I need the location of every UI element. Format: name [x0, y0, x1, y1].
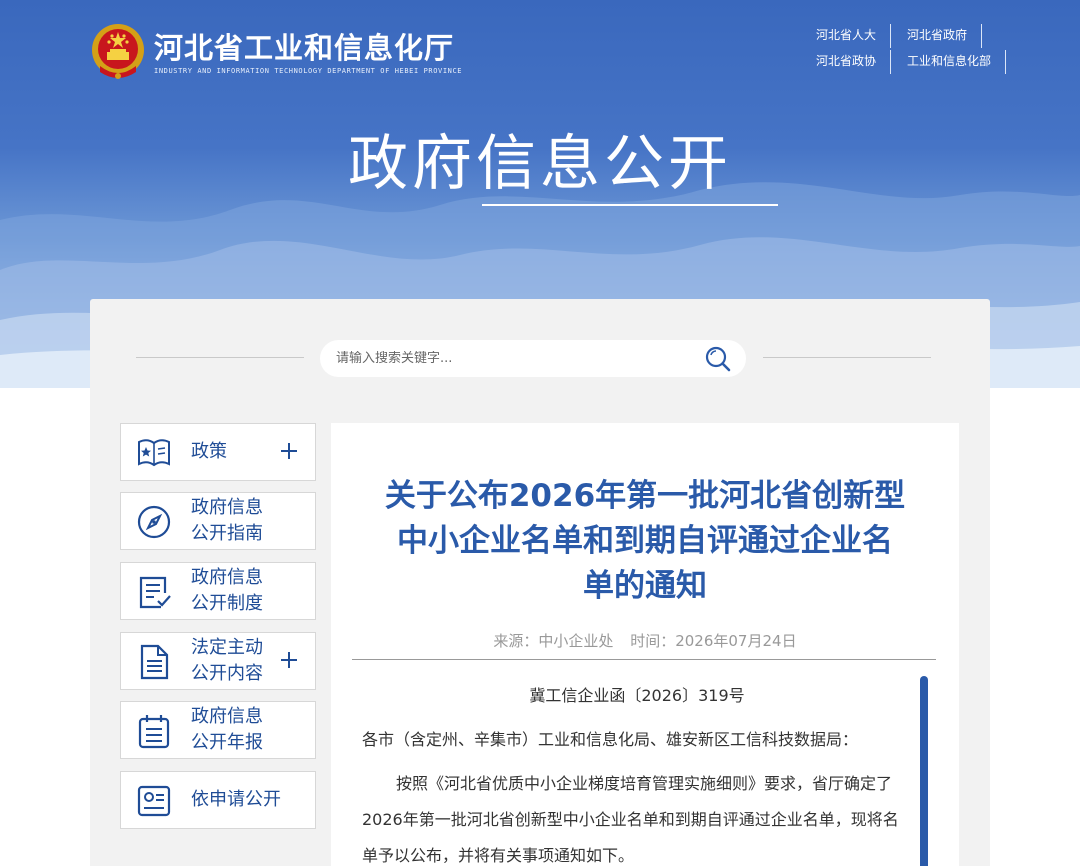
meta-divider [352, 659, 936, 660]
search-bar [320, 340, 746, 377]
article-title: 关于公布2026年第一批河北省创新型 中小企业名单和到期自评通过企业名 单的通知 [352, 474, 938, 609]
article-title-line: 中小企业名单和到期自评通过企业名 [397, 523, 893, 559]
document-icon [140, 644, 169, 680]
search-divider-right [763, 357, 931, 358]
search-divider-left [136, 357, 304, 358]
plus-icon[interactable] [279, 441, 299, 461]
article-time: 时间：2026年07月24日 [630, 632, 797, 650]
sidebar-item-label-line2: 公开指南 [191, 523, 263, 544]
search-input[interactable] [336, 351, 696, 366]
sidebar-item-label-line1: 法定主动 [191, 637, 263, 658]
link-miit[interactable]: 工业和信息化部 [891, 50, 1007, 74]
site-logo[interactable]: 河北省工业和信息化厅 INDUSTRY AND INFORMATION TECH… [90, 22, 462, 84]
sidebar-item-apply-disclosure[interactable]: 依申请公开 [120, 771, 316, 829]
search-icon[interactable] [704, 345, 732, 373]
sidebar-item-label-line1: 政府信息 [191, 497, 263, 518]
sidebar-item-label: 政策 [191, 441, 227, 462]
link-hebei-cppcc[interactable]: 河北省政协 [800, 50, 892, 74]
content-scrollbar[interactable] [920, 676, 928, 866]
national-emblem-icon [92, 24, 144, 79]
org-name-en: INDUSTRY AND INFORMATION TECHNOLOGY DEPA… [154, 67, 463, 75]
sidebar-item-label-line2: 公开年报 [191, 732, 263, 753]
link-hebei-government[interactable]: 河北省政府 [891, 24, 983, 48]
article-title-line: 关于公布2026年第一批河北省创新型 [384, 478, 906, 514]
sidebar-item-label: 依申请公开 [191, 789, 281, 810]
org-name-cn: 河北省工业和信息化厅 [154, 31, 455, 65]
sidebar-item-label-line2: 公开内容 [191, 663, 263, 684]
article-source: 来源：中小企业处 [493, 632, 614, 650]
page-title: 政府信息公开 [348, 129, 732, 199]
book-star-icon [138, 439, 170, 467]
article-meta: 来源：中小企业处 时间：2026年07月24日 [352, 630, 938, 651]
checklist-icon [139, 576, 171, 609]
sidebar-item-label-line2: 公开制度 [191, 593, 263, 614]
plus-icon[interactable] [279, 650, 299, 670]
document-number: 冀工信企业函〔2026〕319号 [529, 686, 745, 705]
calendar-list-icon [138, 715, 170, 749]
sidebar-item-mandatory-disclosure[interactable]: 法定主动 公开内容 [120, 632, 316, 690]
sidebar-item-label-line1: 政府信息 [191, 706, 263, 727]
article-title-line: 单的通知 [583, 568, 707, 604]
link-hebei-npc[interactable]: 河北省人大 [800, 24, 892, 48]
title-underline [482, 204, 778, 206]
article-paragraph: 按照《河北省优质中小企业梯度培育管理实施细则》要求，省厅确定了2026年第一批河… [362, 774, 899, 865]
sidebar-item-disclosure-guide[interactable]: 政府信息 公开指南 [120, 492, 316, 550]
compass-icon [137, 505, 171, 539]
sidebar-item-label-line1: 政府信息 [191, 567, 263, 588]
article-paragraph: 各市（含定州、辛集市）工业和信息化局、雄安新区工信科技数据局： [362, 730, 859, 749]
top-links: 河北省人大 河北省政府 河北省政协 工业和信息化部 [800, 24, 1010, 76]
sidebar-item-policy[interactable]: 政策 [120, 423, 316, 481]
id-card-icon [137, 785, 171, 817]
sidebar-item-disclosure-system[interactable]: 政府信息 公开制度 [120, 562, 316, 620]
sidebar-item-annual-report[interactable]: 政府信息 公开年报 [120, 701, 316, 759]
